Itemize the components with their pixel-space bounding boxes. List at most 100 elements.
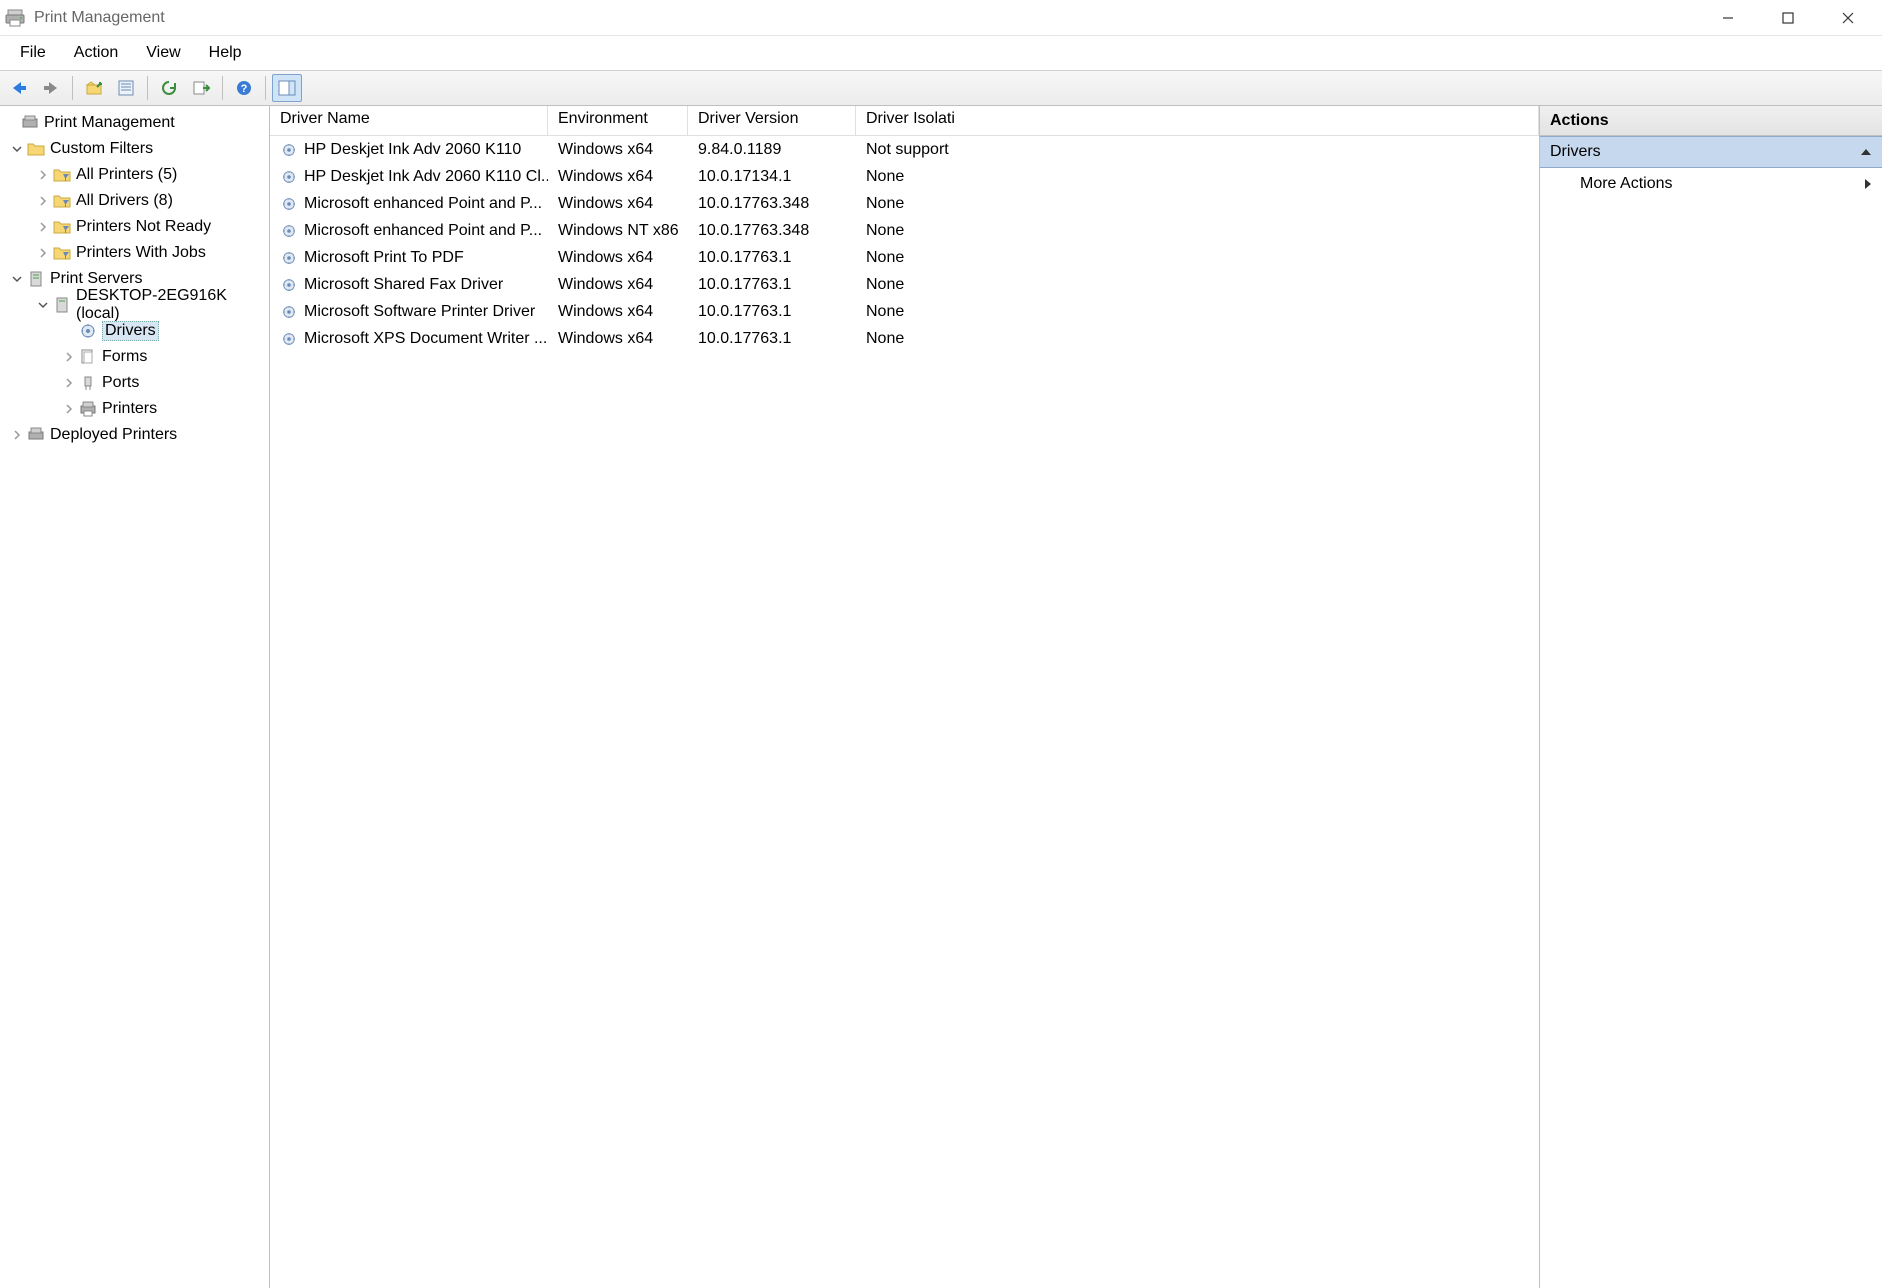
cell-driver-name: HP Deskjet Ink Adv 2060 K110 Cl... xyxy=(304,168,548,186)
column-environment[interactable]: Environment xyxy=(548,106,688,135)
table-row[interactable]: HP Deskjet Ink Adv 2060 K110 Cl...Window… xyxy=(270,163,1539,190)
tree-deployed-printers[interactable]: Deployed Printers xyxy=(0,422,269,448)
cell-environment: Windows x64 xyxy=(548,195,688,213)
menu-help[interactable]: Help xyxy=(195,40,256,66)
cell-driver-name: Microsoft Software Printer Driver xyxy=(304,303,535,321)
table-row[interactable]: Microsoft enhanced Point and P...Windows… xyxy=(270,217,1539,244)
actions-section-drivers[interactable]: Drivers xyxy=(1540,136,1882,168)
tree-custom-filters[interactable]: Custom Filters xyxy=(0,136,269,162)
tree-label: All Printers (5) xyxy=(76,166,177,184)
cell-driver-isolation: None xyxy=(856,195,1539,213)
tree-all-drivers[interactable]: All Drivers (8) xyxy=(0,188,269,214)
cell-driver-isolation: Not support xyxy=(856,141,1539,159)
chevron-right-icon[interactable] xyxy=(34,218,52,236)
cell-driver-version: 10.0.17763.348 xyxy=(688,195,856,213)
actions-item-label: More Actions xyxy=(1580,175,1672,193)
chevron-right-icon[interactable] xyxy=(34,166,52,184)
main-content: Print Management Custom Filters All Prin… xyxy=(0,106,1882,1288)
chevron-right-icon[interactable] xyxy=(34,192,52,210)
driver-icon xyxy=(280,168,298,186)
server-icon xyxy=(52,295,72,315)
cell-driver-name: Microsoft XPS Document Writer ... xyxy=(304,330,547,348)
toolbar-separator xyxy=(265,76,266,100)
filter-icon xyxy=(52,217,72,237)
tree-label: Deployed Printers xyxy=(50,426,177,444)
chevron-down-icon[interactable] xyxy=(34,296,52,314)
svg-text:?: ? xyxy=(241,83,248,95)
driver-icon xyxy=(280,249,298,267)
expand-icon xyxy=(60,322,78,340)
tree-label: All Drivers (8) xyxy=(76,192,173,210)
expand-icon xyxy=(2,114,20,132)
table-row[interactable]: Microsoft XPS Document Writer ...Windows… xyxy=(270,325,1539,352)
driver-icon xyxy=(280,330,298,348)
table-row[interactable]: Microsoft Shared Fax DriverWindows x6410… xyxy=(270,271,1539,298)
maximize-button[interactable] xyxy=(1758,0,1818,36)
toolbar-separator xyxy=(72,76,73,100)
help-button[interactable]: ? xyxy=(229,74,259,102)
menu-action[interactable]: Action xyxy=(60,40,132,66)
printer-icon xyxy=(78,399,98,419)
cell-driver-isolation: None xyxy=(856,249,1539,267)
window-controls xyxy=(1698,0,1878,36)
chevron-right-icon[interactable] xyxy=(34,244,52,262)
close-button[interactable] xyxy=(1818,0,1878,36)
tree-printers[interactable]: Printers xyxy=(0,396,269,422)
minimize-button[interactable] xyxy=(1698,0,1758,36)
cell-environment: Windows x64 xyxy=(548,249,688,267)
ports-icon xyxy=(78,373,98,393)
cell-environment: Windows x64 xyxy=(548,141,688,159)
chevron-right-icon[interactable] xyxy=(60,400,78,418)
window-title: Print Management xyxy=(34,9,1698,27)
tree-forms[interactable]: Forms xyxy=(0,344,269,370)
table-row[interactable]: HP Deskjet Ink Adv 2060 K110Windows x649… xyxy=(270,136,1539,163)
cell-driver-isolation: None xyxy=(856,222,1539,240)
list-header: Driver Name Environment Driver Version D… xyxy=(270,106,1539,136)
column-driver-version[interactable]: Driver Version xyxy=(688,106,856,135)
chevron-right-icon[interactable] xyxy=(8,426,26,444)
back-button[interactable] xyxy=(4,74,34,102)
refresh-button[interactable] xyxy=(154,74,184,102)
chevron-right-icon[interactable] xyxy=(60,374,78,392)
chevron-right-icon[interactable] xyxy=(60,348,78,366)
cell-driver-version: 10.0.17763.348 xyxy=(688,222,856,240)
tree-printers-with-jobs[interactable]: Printers With Jobs xyxy=(0,240,269,266)
tree-desktop-server[interactable]: DESKTOP-2EG916K (local) xyxy=(0,292,269,318)
forward-button[interactable] xyxy=(36,74,66,102)
up-button[interactable] xyxy=(79,74,109,102)
toolbar-separator xyxy=(222,76,223,100)
table-row[interactable]: Microsoft Software Printer DriverWindows… xyxy=(270,298,1539,325)
cell-driver-name: Microsoft enhanced Point and P... xyxy=(304,222,542,240)
chevron-down-icon[interactable] xyxy=(8,140,26,158)
table-row[interactable]: Microsoft enhanced Point and P...Windows… xyxy=(270,190,1539,217)
actions-more-actions[interactable]: More Actions xyxy=(1540,168,1882,200)
cell-driver-version: 10.0.17763.1 xyxy=(688,249,856,267)
driver-icon xyxy=(78,321,98,341)
show-actions-button[interactable] xyxy=(272,74,302,102)
chevron-down-icon[interactable] xyxy=(8,270,26,288)
tree-label: Ports xyxy=(102,374,139,392)
filter-icon xyxy=(52,243,72,263)
column-driver-name[interactable]: Driver Name xyxy=(270,106,548,135)
menu-view[interactable]: View xyxy=(132,40,194,66)
menu-file[interactable]: File xyxy=(6,40,60,66)
cell-driver-name: Microsoft Shared Fax Driver xyxy=(304,276,503,294)
export-button[interactable] xyxy=(186,74,216,102)
menubar: File Action View Help xyxy=(0,36,1882,70)
forms-icon xyxy=(78,347,98,367)
cell-environment: Windows x64 xyxy=(548,276,688,294)
cell-driver-isolation: None xyxy=(856,303,1539,321)
tree-all-printers[interactable]: All Printers (5) xyxy=(0,162,269,188)
column-driver-isolation[interactable]: Driver Isolati xyxy=(856,106,1539,135)
tree-root[interactable]: Print Management xyxy=(0,110,269,136)
table-row[interactable]: Microsoft Print To PDFWindows x6410.0.17… xyxy=(270,244,1539,271)
properties-button[interactable] xyxy=(111,74,141,102)
cell-driver-version: 10.0.17763.1 xyxy=(688,303,856,321)
tree-label: Custom Filters xyxy=(50,140,153,158)
tree-printers-not-ready[interactable]: Printers Not Ready xyxy=(0,214,269,240)
tree-panel: Print Management Custom Filters All Prin… xyxy=(0,106,270,1288)
driver-icon xyxy=(280,303,298,321)
driver-icon xyxy=(280,276,298,294)
driver-icon xyxy=(280,141,298,159)
tree-ports[interactable]: Ports xyxy=(0,370,269,396)
